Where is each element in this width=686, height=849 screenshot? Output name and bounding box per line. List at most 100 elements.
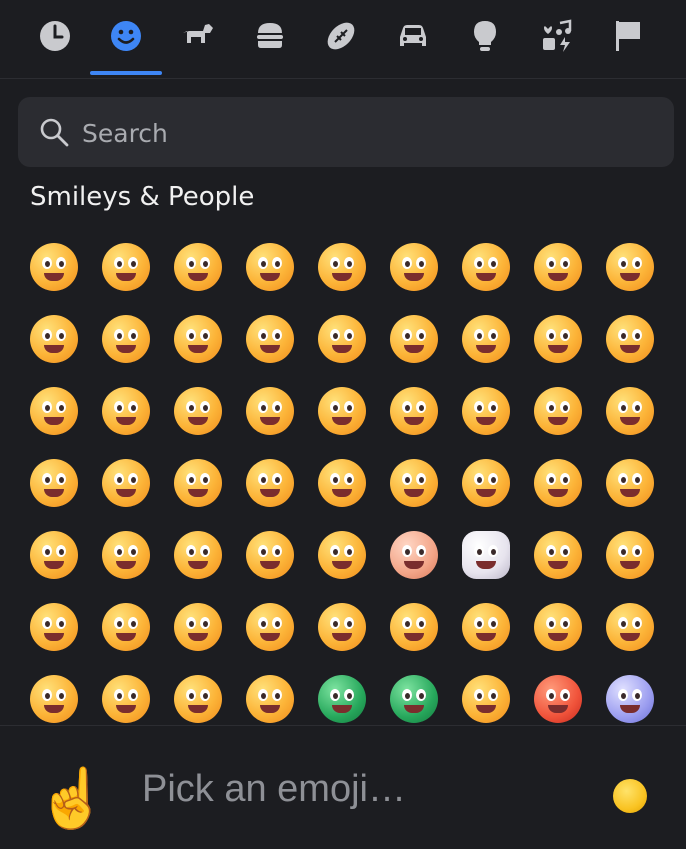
emoji-face-icon (102, 603, 150, 651)
emoji-face-icon (246, 387, 294, 435)
emoji-face-icon (318, 243, 366, 291)
emoji-face-icon (390, 315, 438, 363)
emoji-item[interactable] (97, 238, 155, 296)
emoji-item[interactable] (169, 670, 227, 724)
emoji-item[interactable] (241, 598, 299, 656)
emoji-item[interactable] (97, 598, 155, 656)
football-icon (327, 22, 355, 50)
emoji-face-icon (318, 459, 366, 507)
emoji-item[interactable] (457, 238, 515, 296)
tab-flags[interactable] (606, 14, 650, 58)
section-title: Smileys & People (30, 182, 255, 212)
emoji-item[interactable] (313, 526, 371, 584)
skin-tone-button[interactable] (613, 779, 647, 813)
emoji-item[interactable] (169, 526, 227, 584)
emoji-item[interactable] (457, 526, 515, 584)
tab-animals[interactable] (176, 14, 220, 58)
emoji-item[interactable] (25, 670, 83, 724)
emoji-item[interactable] (601, 598, 659, 656)
emoji-item[interactable] (313, 238, 371, 296)
tab-symbols[interactable] (535, 14, 579, 58)
emoji-face-icon (462, 387, 510, 435)
emoji-face-icon (30, 315, 78, 363)
tab-activities[interactable] (319, 14, 363, 58)
emoji-face-icon (30, 675, 78, 723)
emoji-item[interactable] (529, 526, 587, 584)
emoji-face-icon (246, 603, 294, 651)
emoji-item[interactable] (457, 670, 515, 724)
emoji-item[interactable] (385, 238, 443, 296)
emoji-item[interactable] (169, 454, 227, 512)
emoji-item[interactable] (25, 238, 83, 296)
emoji-item[interactable] (313, 598, 371, 656)
emoji-item[interactable] (601, 310, 659, 368)
emoji-item[interactable] (313, 310, 371, 368)
emoji-item[interactable] (25, 310, 83, 368)
emoji-item[interactable] (529, 670, 587, 724)
search-box[interactable] (18, 97, 674, 169)
emoji-item[interactable] (385, 454, 443, 512)
emoji-item[interactable] (385, 526, 443, 584)
tab-smileys[interactable] (104, 14, 148, 58)
emoji-face-icon (390, 675, 438, 723)
emoji-item[interactable] (529, 598, 587, 656)
emoji-item[interactable] (241, 670, 299, 724)
emoji-face-icon (174, 531, 222, 579)
preview-label: Pick an emoji… (142, 768, 406, 810)
emoji-item[interactable] (385, 670, 443, 724)
emoji-face-icon (462, 531, 510, 579)
emoji-item[interactable] (313, 670, 371, 724)
emoji-item[interactable] (169, 382, 227, 440)
emoji-item[interactable] (457, 454, 515, 512)
emoji-item[interactable] (457, 310, 515, 368)
emoji-item[interactable] (529, 310, 587, 368)
emoji-face-icon (102, 531, 150, 579)
emoji-item[interactable] (97, 310, 155, 368)
emoji-item[interactable] (601, 526, 659, 584)
emoji-item[interactable] (25, 526, 83, 584)
tab-objects[interactable] (463, 14, 507, 58)
footer: ☝️ Pick an emoji… (0, 725, 686, 849)
emoji-face-icon (462, 603, 510, 651)
emoji-item[interactable] (601, 454, 659, 512)
emoji-item[interactable] (529, 454, 587, 512)
emoji-item[interactable] (25, 454, 83, 512)
emoji-item[interactable] (601, 670, 659, 724)
emoji-item[interactable] (457, 382, 515, 440)
emoji-item[interactable] (385, 310, 443, 368)
emoji-item[interactable] (97, 526, 155, 584)
emoji-item[interactable] (529, 238, 587, 296)
emoji-item[interactable] (529, 382, 587, 440)
tab-travel[interactable] (391, 14, 435, 58)
emoji-face-icon (246, 459, 294, 507)
emoji-face-icon (390, 531, 438, 579)
emoji-item[interactable] (385, 598, 443, 656)
emoji-item[interactable] (313, 382, 371, 440)
emoji-item[interactable] (241, 238, 299, 296)
emoji-item[interactable] (385, 382, 443, 440)
emoji-item[interactable] (169, 598, 227, 656)
emoji-item[interactable] (97, 454, 155, 512)
emoji-item[interactable] (241, 526, 299, 584)
emoji-item[interactable] (313, 454, 371, 512)
search-input[interactable] (80, 97, 664, 169)
emoji-item[interactable] (169, 238, 227, 296)
emoji-item[interactable] (601, 238, 659, 296)
emoji-item[interactable] (97, 670, 155, 724)
emoji-item[interactable] (169, 310, 227, 368)
emoji-item[interactable] (25, 598, 83, 656)
emoji-item[interactable] (601, 382, 659, 440)
emoji-item[interactable] (97, 382, 155, 440)
emoji-face-icon (102, 459, 150, 507)
tab-recent[interactable] (33, 14, 77, 58)
emoji-face-icon (318, 675, 366, 723)
emoji-face-icon (30, 459, 78, 507)
emoji-item[interactable] (241, 310, 299, 368)
emoji-grid (0, 228, 686, 724)
emoji-item[interactable] (241, 382, 299, 440)
emoji-item[interactable] (457, 598, 515, 656)
emoji-item[interactable] (25, 382, 83, 440)
emoji-item[interactable] (241, 454, 299, 512)
tab-food[interactable] (248, 14, 292, 58)
emoji-face-icon (246, 675, 294, 723)
